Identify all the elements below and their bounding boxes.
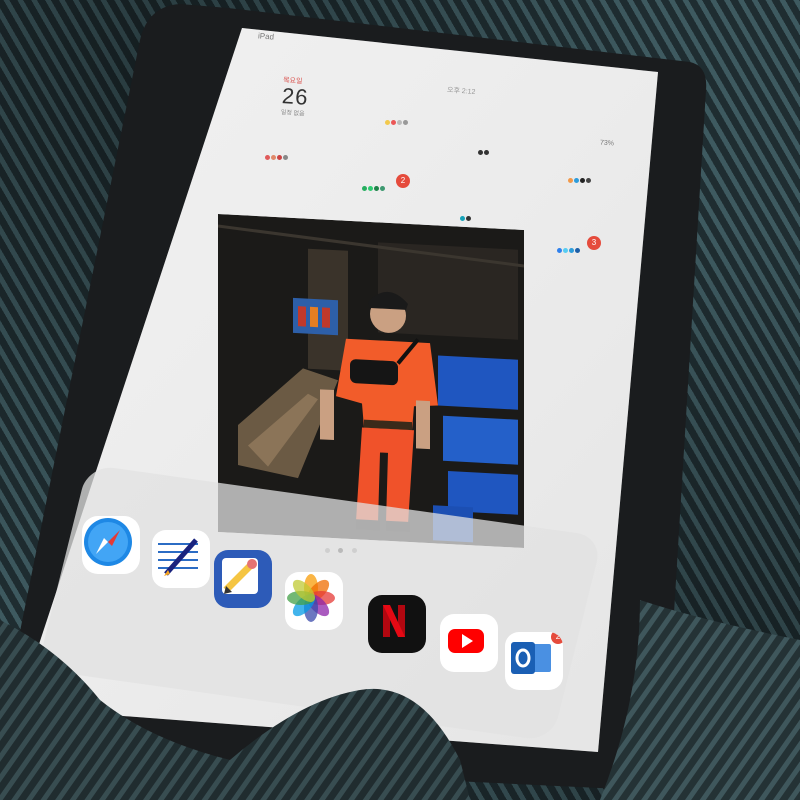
fabric-fold [0, 600, 800, 800]
ipad-device: iPad 오후 2:12 73% 목요일 26 일정 없음 2 3 2 [0, 0, 800, 800]
